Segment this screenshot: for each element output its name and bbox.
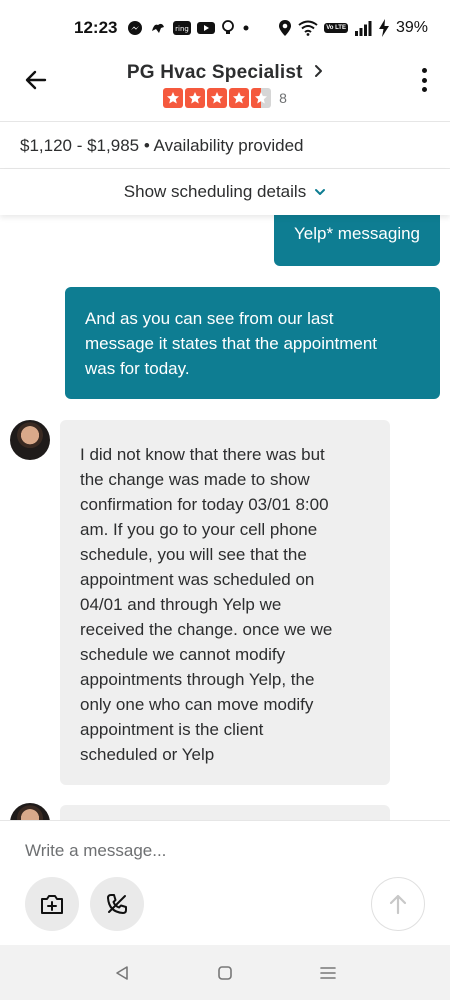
message-line: schedule we cannot modify [80, 645, 286, 664]
message-thread[interactable]: Yelp* messaging And as you can see from … [0, 215, 450, 820]
incoming-message-partial[interactable] [60, 805, 390, 820]
nav-home-button[interactable] [205, 953, 245, 993]
dot [421, 87, 427, 92]
send-button[interactable] [371, 877, 425, 931]
message-line: appointment is the client [80, 720, 264, 739]
message-input[interactable] [25, 835, 355, 867]
message-line: was for today. [85, 359, 190, 378]
message-line: received the change. once we we [80, 620, 333, 639]
status-bar: 12:23 ring Vo LTE 39% [0, 0, 450, 56]
business-name[interactable]: PG Hvac Specialist [127, 62, 303, 83]
message-line: And as you can see from our last [85, 309, 334, 328]
signal-icon [354, 20, 372, 36]
message-line: I did not know that there was but [80, 445, 325, 464]
add-photo-icon [41, 895, 63, 914]
system-status: Vo LTE 39% [278, 19, 428, 37]
notification-icons: ring [127, 19, 251, 37]
square-home-icon [218, 965, 232, 980]
ring-icon: ring [173, 21, 192, 35]
half-star-icon [251, 88, 272, 108]
message-line: only one who can move modify [80, 695, 314, 714]
message-line: confirmation for today 03/01 8:00 [80, 495, 329, 514]
chevron-right-icon [313, 64, 323, 83]
battery-percent: 39% [395, 19, 428, 36]
quote-summary: $1,120 - $1,985 • Availability provided [0, 123, 450, 169]
chevron-down-icon [314, 187, 326, 197]
more-options-button[interactable] [414, 66, 434, 94]
menu-lines-icon [320, 966, 337, 979]
volte-icon: Vo LTE [324, 23, 348, 33]
message-line: message it states that the appointment [85, 334, 378, 353]
message-line: appointments through Yelp, the [80, 670, 315, 689]
outgoing-message[interactable]: Yelp* messaging [273, 215, 440, 266]
fetch-icon [149, 19, 167, 37]
dot [421, 68, 427, 73]
wifi-icon [298, 20, 318, 36]
message-line: 04/01 and through Yelp we [80, 595, 282, 614]
message-line: schedule, you will see that the [80, 545, 307, 564]
star-icon [207, 88, 228, 108]
star-icon [229, 88, 250, 108]
youtube-icon [197, 21, 216, 35]
charging-icon [378, 19, 390, 37]
lightbulb-icon [221, 20, 235, 36]
review-count: 8 [279, 90, 287, 106]
phone-icon [107, 894, 127, 914]
system-navigation-bar [0, 945, 450, 1000]
nav-recents-button[interactable] [308, 953, 348, 993]
price-availability-text: $1,120 - $1,985 • Availability provided [20, 135, 304, 155]
dot [421, 77, 427, 83]
message-line: am. If you go to your cell phone [80, 520, 318, 539]
nav-back-button[interactable] [102, 953, 142, 993]
business-avatar[interactable] [10, 803, 50, 820]
show-scheduling-details-button[interactable]: Show scheduling details [0, 169, 450, 215]
location-icon [278, 19, 292, 37]
message-composer [0, 820, 450, 945]
message-text: Yelp* messaging [293, 224, 420, 243]
call-button[interactable] [90, 877, 144, 931]
conversation-header: PG Hvac Specialist 8 [0, 56, 450, 122]
message-line: the change was made to show [80, 470, 310, 489]
messenger-icon [127, 20, 143, 36]
star-icon [185, 88, 206, 108]
star-rating: 8 [0, 88, 450, 108]
incoming-message[interactable]: I did not know that there was but the ch… [60, 420, 390, 785]
message-line: scheduled or Yelp [80, 745, 215, 764]
star-icon [163, 88, 184, 108]
arrow-up-icon [389, 894, 407, 915]
business-title-area[interactable]: PG Hvac Specialist 8 [0, 62, 450, 108]
add-photo-button[interactable] [25, 877, 79, 931]
triangle-back-icon [115, 965, 128, 980]
status-time: 12:23 [74, 18, 118, 37]
scheduling-details-label: Show scheduling details [123, 182, 307, 201]
message-line: appointment was scheduled on [80, 570, 315, 589]
outgoing-message[interactable]: And as you can see from our last message… [65, 287, 440, 399]
business-avatar[interactable] [10, 420, 50, 460]
dot-icon [241, 23, 251, 33]
svg-text:ring: ring [176, 25, 190, 33]
